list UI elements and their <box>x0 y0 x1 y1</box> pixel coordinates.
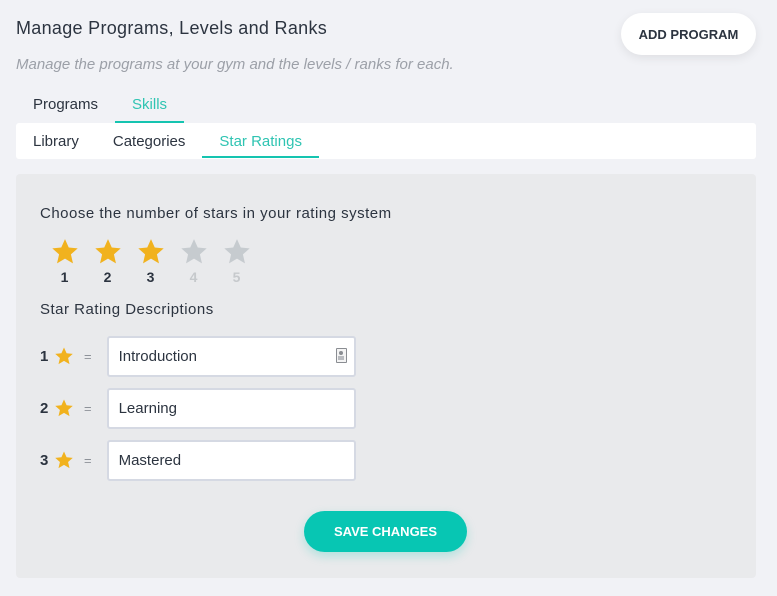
star-option-label: 2 <box>103 269 112 285</box>
save-changes-button[interactable]: SAVE CHANGES <box>304 511 467 552</box>
add-program-button[interactable]: ADD PROGRAM <box>621 13 756 55</box>
tab-programs[interactable]: Programs <box>16 88 115 123</box>
equals-sign: = <box>84 348 92 364</box>
subtab-categories[interactable]: Categories <box>96 123 203 159</box>
choose-stars-heading: Choose the number of stars in your ratin… <box>40 205 392 222</box>
description-row: 2 = <box>40 387 356 429</box>
star-icon <box>94 239 121 264</box>
star-icon <box>180 239 207 264</box>
star-option-label: 4 <box>189 269 198 285</box>
star-option-label: 5 <box>232 269 241 285</box>
star-option-label: 1 <box>60 269 69 285</box>
description-input-3[interactable] <box>106 439 356 481</box>
star-option-2[interactable]: 2 <box>86 237 129 285</box>
star-option-5[interactable]: 5 <box>215 237 258 285</box>
tab-skills[interactable]: Skills <box>115 88 185 123</box>
star-icon <box>51 239 78 264</box>
star-ratings-panel: Choose the number of stars in your ratin… <box>16 174 756 578</box>
star-icon <box>54 398 74 418</box>
star-option-1[interactable]: 1 <box>43 237 86 285</box>
star-count-picker: 1 2 3 4 5 <box>43 237 258 285</box>
description-input-2[interactable] <box>106 387 356 429</box>
description-input-1[interactable] <box>106 335 356 377</box>
star-option-4[interactable]: 4 <box>172 237 215 285</box>
star-icon <box>54 346 74 366</box>
star-icon <box>54 450 74 470</box>
descriptions-heading: Star Rating Descriptions <box>40 301 214 318</box>
subtab-star-ratings[interactable]: Star Ratings <box>202 123 319 159</box>
description-row: 1 = <box>40 335 356 377</box>
equals-sign: = <box>84 452 92 468</box>
page-subtitle: Manage the programs at your gym and the … <box>16 56 454 73</box>
star-icon <box>137 239 164 264</box>
star-icon <box>223 239 250 264</box>
star-option-3[interactable]: 3 <box>129 237 172 285</box>
rating-number: 2 <box>40 399 49 417</box>
contact-card-icon[interactable] <box>335 347 347 363</box>
rating-number: 1 <box>40 347 49 365</box>
sub-tabs: Library Categories Star Ratings <box>16 123 756 159</box>
main-tabs: Programs Skills <box>16 88 185 123</box>
star-option-label: 3 <box>146 269 155 285</box>
page-title: Manage Programs, Levels and Ranks <box>16 18 328 38</box>
description-row: 3 = <box>40 439 356 481</box>
equals-sign: = <box>84 400 92 416</box>
subtab-library[interactable]: Library <box>16 123 96 159</box>
rating-number: 3 <box>40 451 49 469</box>
